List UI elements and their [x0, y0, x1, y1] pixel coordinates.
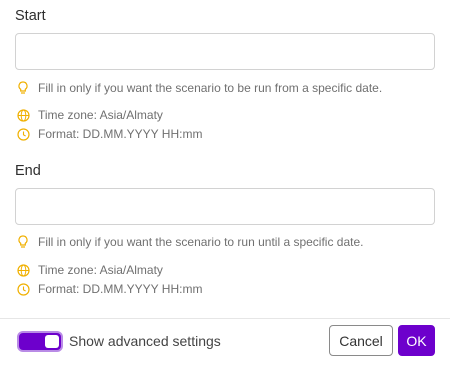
start-format: Format: DD.MM.YYYY HH:mm: [16, 127, 202, 141]
end-timezone: Time zone: Asia/Almaty: [16, 263, 163, 277]
clock-icon: [16, 282, 30, 296]
end-timezone-text: Time zone: Asia/Almaty: [38, 263, 163, 277]
advanced-settings-label[interactable]: Show advanced settings: [69, 333, 221, 349]
start-timezone: Time zone: Asia/Almaty: [16, 108, 163, 122]
globe-icon: [16, 263, 30, 277]
end-label: End: [15, 163, 41, 179]
end-hint-text: Fill in only if you want the scenario to…: [38, 235, 364, 249]
start-date-input[interactable]: [15, 33, 435, 70]
toggle-knob: [45, 335, 59, 348]
end-date-input[interactable]: [15, 188, 435, 225]
start-hint: Fill in only if you want the scenario to…: [16, 81, 382, 95]
end-format: Format: DD.MM.YYYY HH:mm: [16, 282, 202, 296]
lightbulb-icon: [16, 235, 30, 249]
end-format-text: Format: DD.MM.YYYY HH:mm: [38, 282, 203, 296]
cancel-button[interactable]: Cancel: [329, 325, 393, 356]
lightbulb-icon: [16, 81, 30, 95]
start-hint-text: Fill in only if you want the scenario to…: [38, 81, 383, 95]
start-label: Start: [15, 8, 46, 24]
start-timezone-text: Time zone: Asia/Almaty: [38, 108, 163, 122]
globe-icon: [16, 108, 30, 122]
clock-icon: [16, 127, 30, 141]
end-hint: Fill in only if you want the scenario to…: [16, 235, 364, 249]
ok-button[interactable]: OK: [398, 325, 435, 356]
start-format-text: Format: DD.MM.YYYY HH:mm: [38, 127, 203, 141]
advanced-settings-toggle[interactable]: [17, 331, 63, 352]
